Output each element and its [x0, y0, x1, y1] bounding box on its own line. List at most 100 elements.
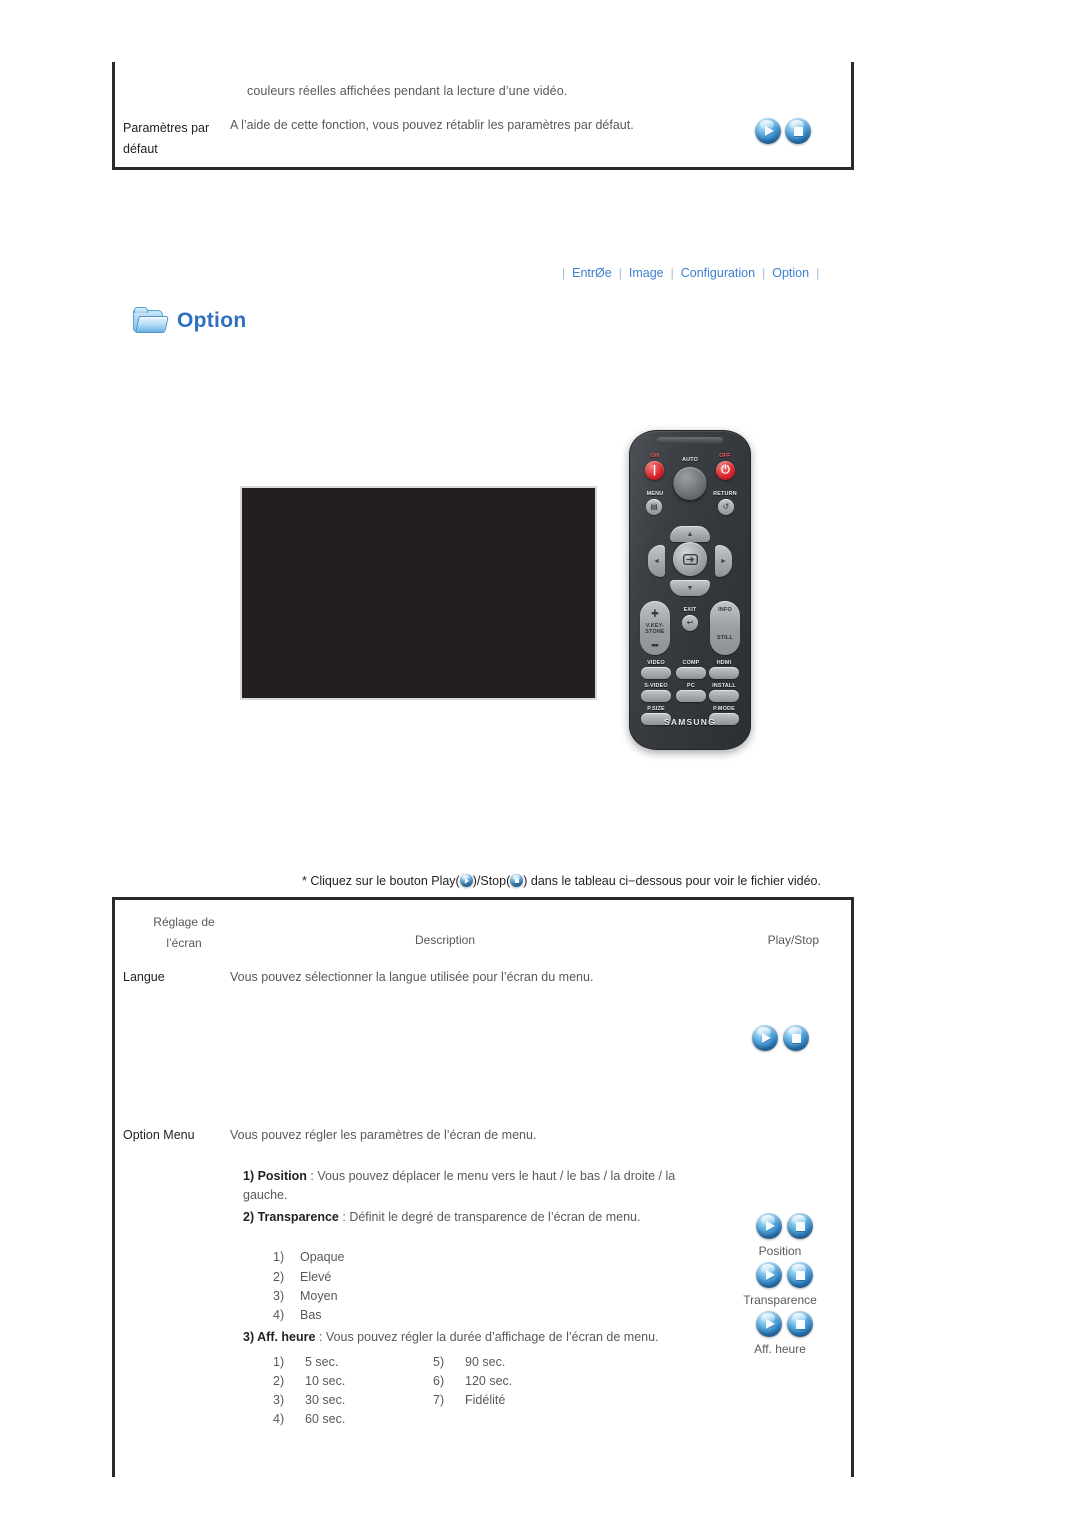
option-item-transparence-sep: : — [338, 1210, 350, 1224]
remote-label-info: INFO — [718, 607, 732, 613]
page-root: couleurs réelles affichées pendant la le… — [0, 0, 1080, 1528]
option-item-position-text-line2: gauche. — [243, 1188, 288, 1202]
time-value-label-7: Fidélité — [465, 1393, 506, 1407]
option-item-aff-heure-text: Vous pouvez régler la durée d’affichage … — [325, 1330, 659, 1344]
option-item-aff-heure-sep: : — [315, 1330, 326, 1344]
transparence-value-num-4: 4) — [273, 1308, 285, 1322]
option-item-aff-heure-num: 3) Aff. heure — [243, 1330, 316, 1344]
transparence-value-label-1: Opaque — [300, 1250, 345, 1264]
play-stop-label-aff-heure: Aff. heure — [754, 1342, 806, 1356]
remote-button-install[interactable] — [709, 690, 739, 702]
remote-label-psize: P.SIZE — [647, 706, 665, 712]
table-row-label-option-menu: Option Menu — [123, 1128, 195, 1142]
option-item-transparence-num: 2) Transparence — [243, 1210, 339, 1224]
play-button-icon[interactable] — [756, 1213, 782, 1239]
option-item-position: 1) Position : Vous pouvez déplacer le me… — [243, 1169, 675, 1183]
remote-label-install: INSTALL — [712, 683, 736, 689]
remote-button-svideo[interactable] — [641, 690, 671, 702]
remote-label-video: VIDEO — [647, 660, 665, 666]
remote-label-svideo: S-VIDEO — [644, 683, 668, 689]
stop-button-icon[interactable] — [787, 1311, 813, 1337]
remote-label-minus: − — [651, 637, 659, 652]
remote-button-right[interactable]: ► — [715, 545, 732, 577]
remote-label-plus: + — [651, 605, 659, 620]
time-value-label-6: 120 sec. — [465, 1374, 513, 1388]
remote-label-pc: PC — [687, 683, 695, 689]
transparence-value-num-2: 2) — [273, 1270, 285, 1284]
remote-button-hdmi[interactable] — [709, 667, 739, 679]
remote-label-pmode: P.MODE — [713, 706, 735, 712]
remote-label-comp: COMP — [682, 660, 700, 666]
remote-button-on[interactable]: | — [645, 461, 664, 480]
remote-label-menu: MENU — [646, 491, 664, 497]
remote-button-left[interactable]: ◄ — [648, 545, 665, 577]
remote-label-auto: AUTO — [682, 457, 698, 463]
remote-label-return: RETURN — [713, 491, 737, 497]
remote-button-down[interactable]: ▼ — [670, 580, 710, 596]
remote-button-return[interactable]: ↺ — [718, 499, 734, 515]
section-heading: Option — [133, 307, 246, 334]
option-item-position-sep: : — [306, 1169, 318, 1183]
option-item-position-num: 1) Position — [243, 1169, 307, 1183]
table-header-col1-line1: Réglage de — [153, 915, 215, 929]
remote-brand-label: SAMSUNG — [664, 717, 716, 727]
stop-button-icon[interactable] — [783, 1025, 809, 1051]
time-value-label-5: 90 sec. — [465, 1355, 506, 1369]
table-header-description: Description — [415, 933, 476, 947]
time-value-num-4: 4) — [273, 1412, 285, 1426]
remote-button-off[interactable]: ⏻ — [716, 461, 735, 480]
table-header-col1-line2: l’écran — [166, 936, 202, 950]
remote-label-off: OFF — [719, 453, 731, 459]
row-label-parametres-par-defaut: Paramètres par défaut — [123, 118, 241, 160]
remote-button-video[interactable] — [641, 667, 671, 679]
remote-dpad: ▲ ◄ ► ▼ — [648, 526, 732, 596]
remote-label-hdmi: HDMI — [716, 660, 732, 666]
transparence-value-label-2: Elevé — [300, 1270, 332, 1284]
time-value-label-2: 10 sec. — [305, 1374, 346, 1388]
play-stop-button-group-top — [755, 118, 811, 144]
option-item-aff-heure: 3) Aff. heure : Vous pouvez régler la du… — [243, 1330, 659, 1344]
tab-image[interactable]: Image — [629, 266, 664, 280]
remote-button-exit[interactable]: ↩ — [682, 615, 698, 631]
table-caption: * Cliquez sur le bouton Play( )/Stop( ) da… — [302, 874, 821, 888]
tab-separator-2: | — [670, 266, 674, 280]
play-button-icon[interactable] — [752, 1025, 778, 1051]
play-stop-button-group-position — [756, 1213, 813, 1239]
tab-entree[interactable]: EntrØe — [572, 266, 612, 280]
tab-separator-3: | — [762, 266, 766, 280]
caption-prefix: * Cliquez sur le bouton Play( — [302, 874, 460, 888]
video-player-placeholder[interactable] — [240, 486, 597, 700]
remote-button-pc[interactable] — [676, 690, 706, 702]
time-value-label-3: 30 sec. — [305, 1393, 346, 1407]
remote-button-comp[interactable] — [676, 667, 706, 679]
remote-ir-emitter — [657, 437, 723, 444]
tab-configuration[interactable]: Configuration — [681, 266, 755, 280]
stop-button-icon[interactable] — [787, 1262, 813, 1288]
table-header-playstop: Play/Stop — [767, 933, 819, 947]
play-button-icon[interactable] — [756, 1311, 782, 1337]
folder-icon — [133, 307, 169, 334]
tab-option[interactable]: Option — [772, 266, 809, 280]
caption-middle: )/Stop( — [472, 874, 511, 888]
enter-icon — [682, 553, 698, 565]
option-item-position-text: Vous pouvez déplacer le menu vers le hau… — [317, 1169, 676, 1183]
remote-button-enter[interactable] — [673, 542, 707, 576]
play-stop-label-transparence: Transparence — [743, 1293, 817, 1307]
remote-button-auto[interactable] — [673, 467, 707, 500]
remote-button-menu[interactable]: ▤ — [646, 499, 662, 515]
time-value-num-3: 3) — [273, 1393, 285, 1407]
play-button-icon[interactable] — [756, 1262, 782, 1288]
caption-suffix: ) dans le tableau ci−dessous pour voir l… — [523, 874, 821, 888]
stop-button-icon[interactable] — [785, 118, 811, 144]
transparence-value-num-3: 3) — [273, 1289, 285, 1303]
continued-description-text: couleurs réelles affichées pendant la le… — [247, 84, 568, 98]
option-item-transparence-text: Définit le degré de transparence de l’éc… — [349, 1210, 641, 1224]
play-button-icon-inline — [459, 874, 473, 887]
stop-button-icon[interactable] — [787, 1213, 813, 1239]
option-item-transparence: 2) Transparence : Définit le degré de tr… — [243, 1210, 640, 1224]
play-button-icon[interactable] — [755, 118, 781, 144]
option-settings-table: Réglage de l’écran Description Play/Stop… — [112, 897, 854, 1477]
time-value-num-5: 5) — [433, 1355, 445, 1369]
play-stop-button-group-transparence — [756, 1262, 813, 1288]
remote-button-up[interactable]: ▲ — [670, 526, 710, 542]
